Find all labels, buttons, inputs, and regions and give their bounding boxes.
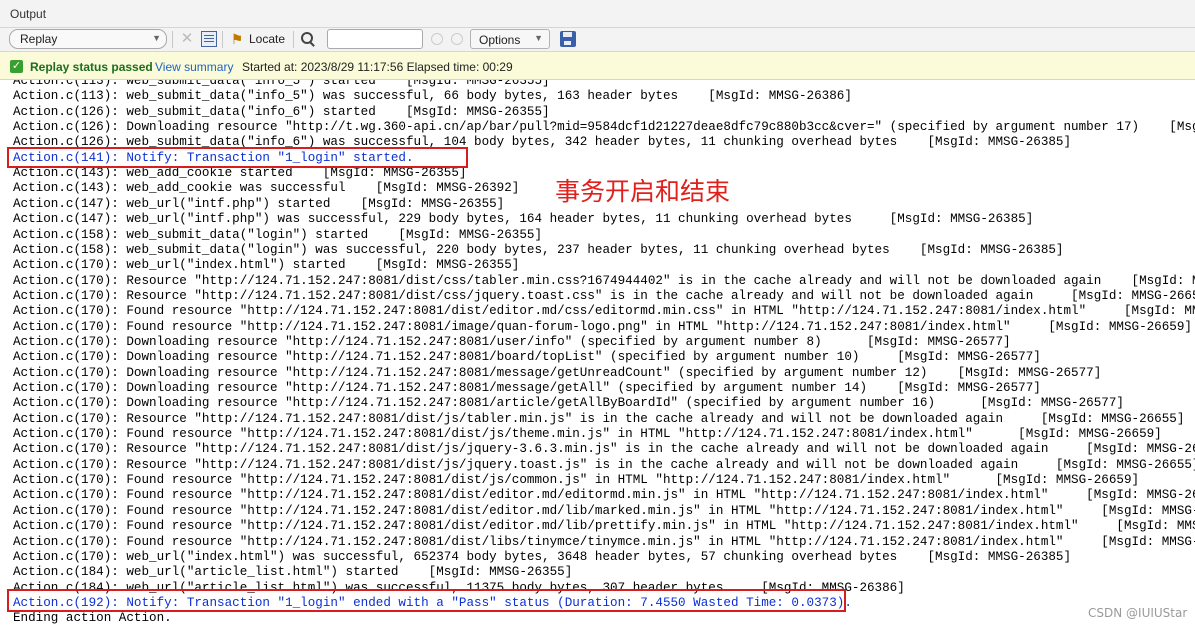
log-line: Action.c(170): Downloading resource "htt… — [13, 350, 1041, 365]
options-button[interactable]: Options ▼ — [470, 29, 550, 49]
log-line: Action.c(170): Downloading resource "htt… — [13, 334, 1011, 349]
log-line: Action.c(170): Found resource "http://12… — [13, 519, 1195, 534]
output-panel-title: Output — [0, 0, 1195, 28]
log-line: Action.c(170): Found resource "http://12… — [13, 503, 1195, 518]
output-toolbar: Replay ▼ ✕ ⚑ Locate Options ▼ — [0, 28, 1195, 52]
search-icon[interactable] — [300, 31, 316, 47]
find-next-icon[interactable] — [451, 33, 463, 45]
log-line: Action.c(184): web_url("article_list.htm… — [13, 565, 573, 580]
log-line: Action.c(113): web_submit_data("info_5")… — [13, 89, 852, 104]
log-line: Action.c(170): Downloading resource "htt… — [13, 396, 1124, 411]
check-icon: ✓ — [10, 60, 23, 73]
log-line: Action.c(170): Resource "http://124.71.1… — [13, 442, 1195, 457]
find-prev-icon[interactable] — [431, 33, 443, 45]
annotation-label: 事务开启和结束 — [555, 177, 731, 206]
chevron-down-icon: ▼ — [534, 33, 543, 43]
view-summary-link[interactable]: View summary — [155, 60, 233, 74]
replay-status-bar: ✓ Replay status passed View summary Star… — [0, 52, 1195, 80]
replay-log-combo-value: Replay — [20, 32, 58, 46]
log-line: Action.c(143): web_add_cookie started [M… — [13, 166, 467, 181]
log-line: Action.c(170): web_url("index.html") sta… — [13, 258, 520, 273]
log-line: Action.c(170): Resource "http://124.71.1… — [13, 288, 1195, 303]
started-elapsed-text: Started at: 2023/8/29 11:17:56 Elapsed t… — [242, 60, 513, 74]
log-line: Action.c(147): web_url("intf.php") start… — [13, 196, 505, 211]
find-input[interactable] — [327, 29, 423, 49]
flag-icon[interactable]: ⚑ — [229, 31, 245, 47]
grid-icon[interactable] — [201, 31, 217, 47]
log-line: Action.c(170): Found resource "http://12… — [13, 473, 1140, 488]
log-line: Action.c(170): Resource "http://124.71.1… — [13, 273, 1195, 288]
log-line: Action.c(170): web_url("index.html") was… — [13, 549, 1072, 564]
log-line: Action.c(170): Found resource "http://12… — [13, 427, 1162, 442]
chevron-down-icon: ▼ — [152, 33, 161, 43]
locate-button[interactable]: Locate — [249, 32, 285, 46]
replay-log-combo[interactable]: Replay ▼ — [9, 29, 167, 49]
log-line: Action.c(158): web_submit_data("login") … — [13, 227, 543, 242]
log-line: Action.c(170): Found resource "http://12… — [13, 488, 1195, 503]
annotation-box-end — [7, 589, 846, 612]
log-line: Action.c(170): Resource "http://124.71.1… — [13, 457, 1195, 472]
log-line: Action.c(170): Resource "http://124.71.1… — [13, 411, 1185, 426]
watermark: CSDN @IUIUStar — [1088, 606, 1188, 620]
log-line: Action.c(170): Downloading resource "htt… — [13, 381, 1041, 395]
log-line: Action.c(158): web_submit_data("login") … — [13, 242, 1064, 257]
toolbar-separator — [293, 31, 294, 48]
log-line: Action.c(170): Found resource "http://12… — [13, 534, 1195, 549]
replay-status-text: Replay status passed — [30, 60, 153, 74]
log-line: Action.c(143): web_add_cookie was succes… — [13, 181, 520, 196]
clear-icon[interactable]: ✕ — [179, 31, 195, 47]
toolbar-separator — [172, 31, 173, 48]
log-line: Action.c(170): Found resource "http://12… — [13, 319, 1192, 334]
log-line: Action.c(170): Found resource "http://12… — [13, 304, 1195, 319]
log-line: Action.c(147): web_url("intf.php") was s… — [13, 212, 1034, 227]
toolbar-separator — [222, 31, 223, 48]
save-icon[interactable] — [560, 31, 576, 47]
annotation-box-start — [7, 147, 468, 168]
log-line: Action.c(126): web_submit_data("info_6")… — [13, 104, 550, 119]
log-line: Action.c(170): Downloading resource "htt… — [13, 365, 1102, 380]
options-label: Options — [479, 33, 521, 47]
log-line: Action.c(126): Downloading resource "htt… — [13, 120, 1195, 135]
log-line: Ending action Action. — [13, 611, 172, 626]
log-line: Action.c(113): web_submit_data("info_5")… — [13, 80, 550, 88]
